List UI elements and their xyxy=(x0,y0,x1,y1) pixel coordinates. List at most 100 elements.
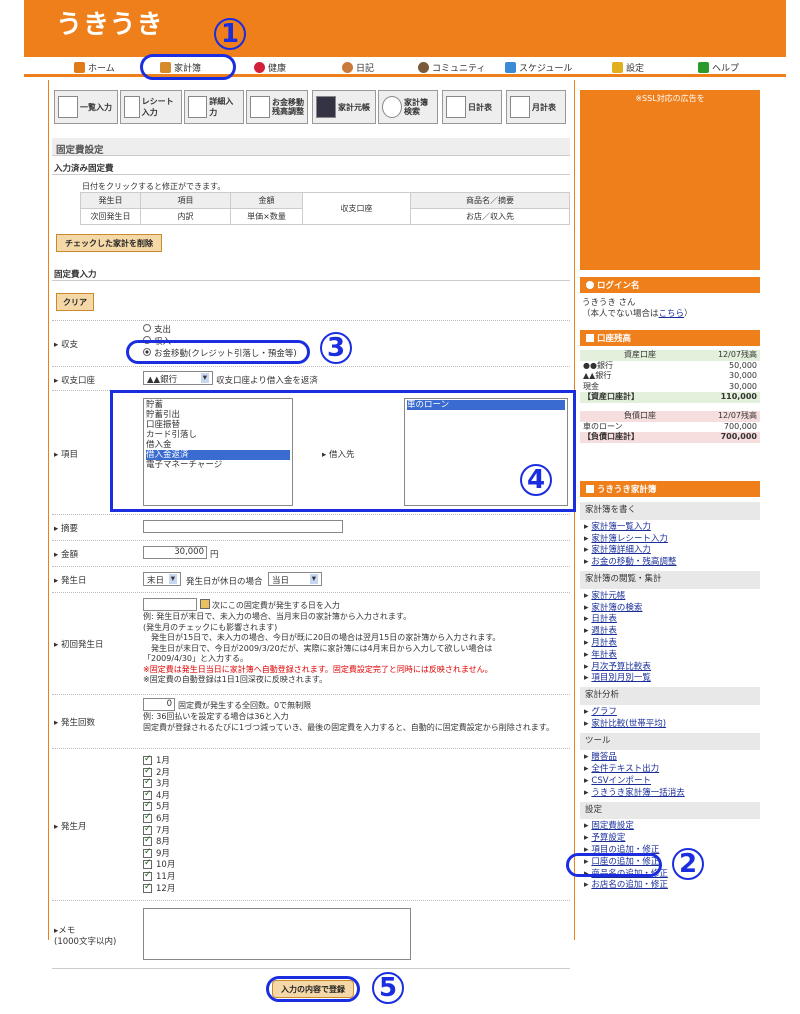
sidebar-item[interactable]: ▸ 家計元帳 xyxy=(584,591,760,603)
memo-input[interactable] xyxy=(143,520,343,533)
main-nav xyxy=(24,57,786,77)
callout-number-4: 4 xyxy=(520,464,552,496)
clear-button[interactable]: クリア xyxy=(56,293,94,311)
divider xyxy=(52,320,570,321)
tb-receipt-input[interactable]: レシート入力 xyxy=(120,90,182,124)
divider xyxy=(52,748,570,749)
detail-icon xyxy=(188,96,208,118)
calendar-icon[interactable] xyxy=(200,599,210,609)
callout-number-2: 2 xyxy=(672,848,704,880)
first-date-label: ▸ 初回発生日 xyxy=(54,640,104,650)
radio-expense[interactable]: 支出 xyxy=(143,324,297,336)
fixed-cost-table: 発生日 項目 金額 収支口座 商品名／摘要 次回発生日 内訳 単価×数量 お店／… xyxy=(80,192,570,225)
date-label: ▸ 発生日 xyxy=(54,576,87,586)
divider xyxy=(52,540,570,541)
callout-number-3: 3 xyxy=(320,332,352,364)
sidebar-item[interactable]: ▸ お店名の追加・修正 xyxy=(584,880,760,892)
tb-money-move[interactable]: お金移動 残高調整 xyxy=(246,90,308,124)
balance-label: ▸ 収支 xyxy=(54,340,78,350)
sidebar-item[interactable]: ▸ 年計表 xyxy=(584,650,760,662)
sidebar-item[interactable]: ▸ 家計簿一覧入力 xyxy=(584,522,760,534)
divider xyxy=(52,694,570,695)
sidebar-item[interactable]: ▸ 家計簿の検索 xyxy=(584,603,760,615)
sidebar-item[interactable]: ▸ 月次予算比較表 xyxy=(584,662,760,674)
memo-label: ▸ 摘要 xyxy=(54,524,78,534)
tb-search[interactable]: 家計簿 検索 xyxy=(378,90,438,124)
nav-schedule[interactable]: スケジュール xyxy=(505,61,572,74)
delete-checked-button[interactable]: チェックした家計を削除 xyxy=(56,234,162,252)
document-icon xyxy=(510,96,530,118)
holiday-select[interactable]: 当日 ▾ xyxy=(268,572,322,586)
first-help: 例: 発生日が末日で、未入力の場合、当月末日の家計簿から入力されます。 (発生月… xyxy=(143,612,501,684)
sidebar-item[interactable]: ▸ 週計表 xyxy=(584,626,760,638)
sidebar-item[interactable]: ▸ うきうき家計簿一括消去 xyxy=(584,788,760,800)
entered-heading: 入力済み固定費 xyxy=(54,164,114,174)
sidebar-item-fixed-cost[interactable]: ▸ 固定費設定 xyxy=(584,821,760,833)
receipt-icon xyxy=(124,96,140,118)
nav-health[interactable]: 健康 xyxy=(254,61,286,74)
tb-daily[interactable]: 日計表 xyxy=(442,90,502,124)
divider xyxy=(52,900,570,901)
table-row: 現金 30,000 xyxy=(583,381,757,391)
divider xyxy=(52,366,570,367)
sidebar-item[interactable]: ▸ 全件テキスト出力 xyxy=(584,764,760,776)
table-row: ▲▲銀行 30,000 xyxy=(583,371,757,381)
callout-highlight-kakeibo xyxy=(140,54,236,80)
month-checkbox[interactable]: 12月 xyxy=(143,882,175,896)
heart-icon xyxy=(254,62,265,73)
sidebar-item[interactable]: ▸ 項目別月別一覧 xyxy=(584,673,760,685)
sidebar-item[interactable]: ▸ 予算設定 xyxy=(584,833,760,845)
chevron-down-icon: ▾ xyxy=(309,574,318,584)
divider xyxy=(52,566,570,567)
first-note: 次にこの固定費が発生する日を入力 xyxy=(212,601,340,610)
magnifier-icon xyxy=(382,96,402,118)
holiday-note: 発生日が休日の場合 xyxy=(186,577,263,587)
sidebar-item[interactable]: ▸ 家計比較(世帯平均) xyxy=(584,719,760,731)
menu-group-title: 設定 xyxy=(580,801,760,820)
login-info: うきうき さん （本人でない場合はこちら） xyxy=(582,298,693,319)
balance-title: 口座残高 xyxy=(580,330,760,346)
amount-input[interactable]: 30,000 xyxy=(143,546,207,559)
note-textarea[interactable] xyxy=(143,908,411,960)
debt-total: 【負債口座計】 700,000 xyxy=(580,432,760,443)
asset-table: 資産口座 12/07残高 ●●銀行 50,000 ▲▲銀行 30,000 現金 30,0… xyxy=(580,350,760,443)
sidebar-item[interactable]: ▸ お金の移動・残高調整 xyxy=(584,557,760,569)
ad-box[interactable]: ※SSL対応の広告を xyxy=(580,90,760,270)
menu-group-title: 家計簿を書く xyxy=(580,502,760,520)
sidebar-item[interactable]: ▸ 贈答品 xyxy=(584,752,760,764)
tb-ledger[interactable]: 家計元帳 xyxy=(312,90,376,124)
asset-head: 資産口座 12/07残高 xyxy=(580,350,760,361)
document-icon xyxy=(446,96,466,118)
tb-list-input[interactable]: 一覧入力 xyxy=(54,90,118,124)
sidebar-item[interactable]: ▸ 日計表 xyxy=(584,614,760,626)
not-me-link[interactable]: こちら xyxy=(659,309,685,319)
ledger-book-icon xyxy=(316,96,336,118)
tb-monthly[interactable]: 月計表 xyxy=(506,90,566,124)
chevron-down-icon: ▾ xyxy=(168,574,177,584)
nav-community[interactable]: コミュニティ xyxy=(418,61,485,74)
sidebar-menu: 家計簿を書く ▸ 家計簿一覧入力 ▸ 家計簿レシート入力 ▸ 家計簿詳細入力 ▸… xyxy=(580,502,760,905)
nav-home[interactable]: ホーム xyxy=(74,61,115,74)
nav-diary[interactable]: 日記 xyxy=(342,61,374,74)
click-note: 日付をクリックすると修正ができます。 xyxy=(82,182,226,191)
count-note: 固定費が発生する全回数。0で無制限 xyxy=(178,701,312,710)
sidebar-item[interactable]: ▸ 家計簿詳細入力 xyxy=(584,545,760,557)
nav-settings[interactable]: 設定 xyxy=(612,61,644,74)
star-icon xyxy=(612,62,623,73)
menu-group-title: ツール xyxy=(580,732,760,751)
count-input[interactable]: 0 xyxy=(143,698,175,711)
divider xyxy=(52,514,570,515)
app-logo[interactable]: うきうき xyxy=(56,4,163,41)
date-select[interactable]: 末日 ▾ xyxy=(143,572,181,586)
first-date-input[interactable] xyxy=(143,598,197,611)
sidebar-item[interactable]: ▸ 家計簿レシート入力 xyxy=(584,534,760,546)
table-row: 発生日 項目 金額 収支口座 商品名／摘要 xyxy=(80,192,570,225)
table-row: 車のローン 700,000 xyxy=(583,421,757,431)
sidebar-item[interactable]: ▸ グラフ xyxy=(584,707,760,719)
nav-help[interactable]: ヘルプ xyxy=(698,61,739,74)
sidebar-item[interactable]: ▸ 月計表 xyxy=(584,638,760,650)
account-select[interactable]: ▲▲銀行 ▾ xyxy=(143,371,213,385)
tb-detail-input[interactable]: 詳細入力 xyxy=(184,90,244,124)
sidebar-item[interactable]: ▸ CSVインポート xyxy=(584,776,760,788)
table-row: ●●銀行 50,000 xyxy=(583,360,757,370)
